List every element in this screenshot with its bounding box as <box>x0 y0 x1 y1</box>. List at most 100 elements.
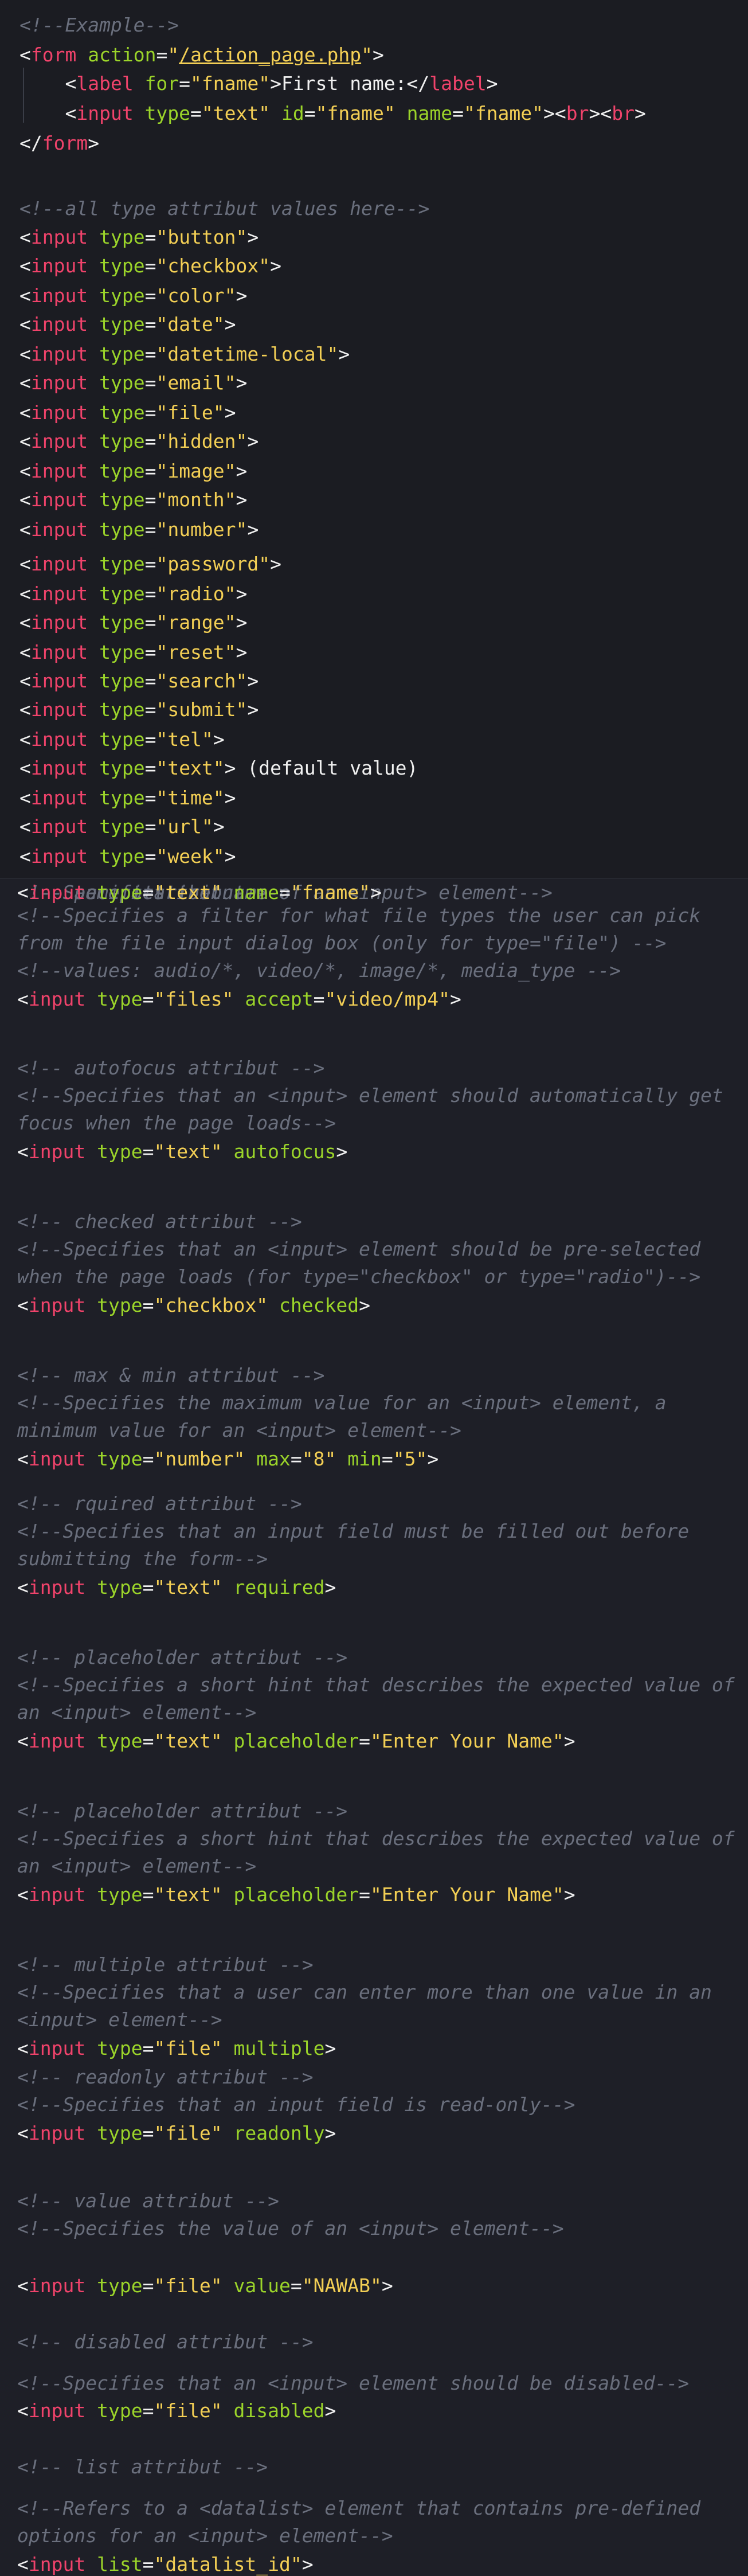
string-token: "5" <box>393 1448 428 1470</box>
code-line: <!--Specifies that an <input> element sh… <box>17 1236 700 1263</box>
text-token: >< <box>543 102 566 124</box>
attribute-token: type <box>97 1448 143 1470</box>
attribute-token: type <box>97 881 143 904</box>
url-token: /action_page.php <box>179 44 362 66</box>
comment-token: from the file input dialog box (only for… <box>17 932 667 954</box>
text-token: > <box>427 1448 439 1470</box>
attribute-token: type <box>97 988 143 1010</box>
attribute-token: type <box>99 728 145 750</box>
attribute-token: type <box>99 343 145 365</box>
text-token: > <box>247 670 259 692</box>
text-token: > <box>236 284 248 307</box>
tag-token: input <box>30 284 88 307</box>
text-token: = <box>290 1448 302 1470</box>
text-token: = <box>144 430 156 452</box>
text-token: = <box>144 553 156 575</box>
text-token: = <box>144 313 156 335</box>
text-token: = <box>142 1883 154 1906</box>
text-token: < <box>19 72 77 95</box>
text-token: = <box>142 1140 154 1163</box>
text-token: > <box>213 728 225 750</box>
code-line: <input type="text"> (default value) <box>19 755 418 782</box>
attribute-token: type <box>99 611 145 634</box>
string-token: "text" <box>154 881 222 904</box>
tag-token: input <box>30 845 88 867</box>
tag-token: input <box>28 2037 86 2059</box>
text-token: </ <box>19 132 42 154</box>
code-line: <input type="month"> <box>19 486 247 514</box>
code-line: <input type="email"> <box>19 369 247 397</box>
text-token: = <box>144 611 156 634</box>
text-token: < <box>19 553 31 575</box>
code-line: <!--Specifies a short hint that describe… <box>17 1671 735 1699</box>
tag-token: br <box>566 102 589 124</box>
code-line: <input> element--> <box>17 2006 222 2034</box>
comment-token: an <input> element--> <box>17 1701 257 1723</box>
comment-token: submitting the form--> <box>17 1547 268 1570</box>
tag-token: input <box>30 372 88 394</box>
comment-token: <!--Specifies the value of an <input> el… <box>17 2217 564 2239</box>
text-token: > <box>270 553 282 575</box>
string-token: "text" <box>201 102 271 124</box>
text-token: < <box>19 698 31 721</box>
text-token: < <box>17 2274 29 2297</box>
text-token: >< <box>589 102 612 124</box>
code-line: <input type="color"> <box>19 282 247 310</box>
text-token: > <box>359 1294 370 1316</box>
text-token: = <box>279 881 291 904</box>
string-token: "text" <box>154 1883 222 1906</box>
string-token: "week" <box>156 845 225 867</box>
text-token: = <box>304 102 316 124</box>
code-panel-input-attributes: <!-- accept attribut --> <!--Specifies a … <box>0 879 748 2576</box>
attribute-token: type <box>99 641 145 663</box>
text-token: > <box>88 132 100 154</box>
code-line: <!-- placeholder attribut --> <box>17 1797 347 1825</box>
string-token: "file" <box>154 2037 222 2059</box>
tag-token: input <box>28 1576 86 1598</box>
tag-token: input <box>30 787 88 809</box>
code-line: <input type="datetime-local"> <box>19 341 350 368</box>
code-line: submitting the form--> <box>17 1545 268 1573</box>
code-line: options for an <input> element--> <box>17 2522 393 2550</box>
code-line: <input list="datalist_id"> <box>17 2551 314 2576</box>
text-token: < <box>19 728 31 750</box>
attribute-token: max <box>256 1448 291 1470</box>
text-token: = <box>144 641 156 663</box>
text-token: = <box>144 401 156 424</box>
attribute-token: type <box>97 2274 143 2297</box>
code-line: an <input> element--> <box>17 1699 256 1726</box>
attribute-token: type <box>99 553 145 575</box>
text-token: > <box>450 988 461 1010</box>
text-token: < <box>19 611 31 634</box>
text-token: < <box>19 583 31 605</box>
tag-token: label <box>76 72 134 95</box>
text-token: = <box>144 460 156 482</box>
tag-token: input <box>28 2553 86 2575</box>
text-token: < <box>17 1294 29 1316</box>
text-token: = <box>144 488 156 511</box>
text-token: < <box>19 488 31 511</box>
string-token: "fname" <box>315 102 395 124</box>
code-line: <!-- placeholder attribut --> <box>17 1644 347 1671</box>
code-line: <input type="text" required> <box>17 1574 336 1601</box>
attribute-token: type <box>99 670 145 692</box>
string-token: "datalist_id" <box>154 2553 302 2575</box>
comment-token: <!--Specifies a filter for what file typ… <box>17 904 701 927</box>
comment-token: <!-- value attribut --> <box>17 2190 279 2212</box>
text-token: < <box>19 845 31 867</box>
attribute-token: multiple <box>233 2037 325 2059</box>
tag-token: input <box>30 611 88 634</box>
attribute-token: list <box>97 2553 143 2575</box>
